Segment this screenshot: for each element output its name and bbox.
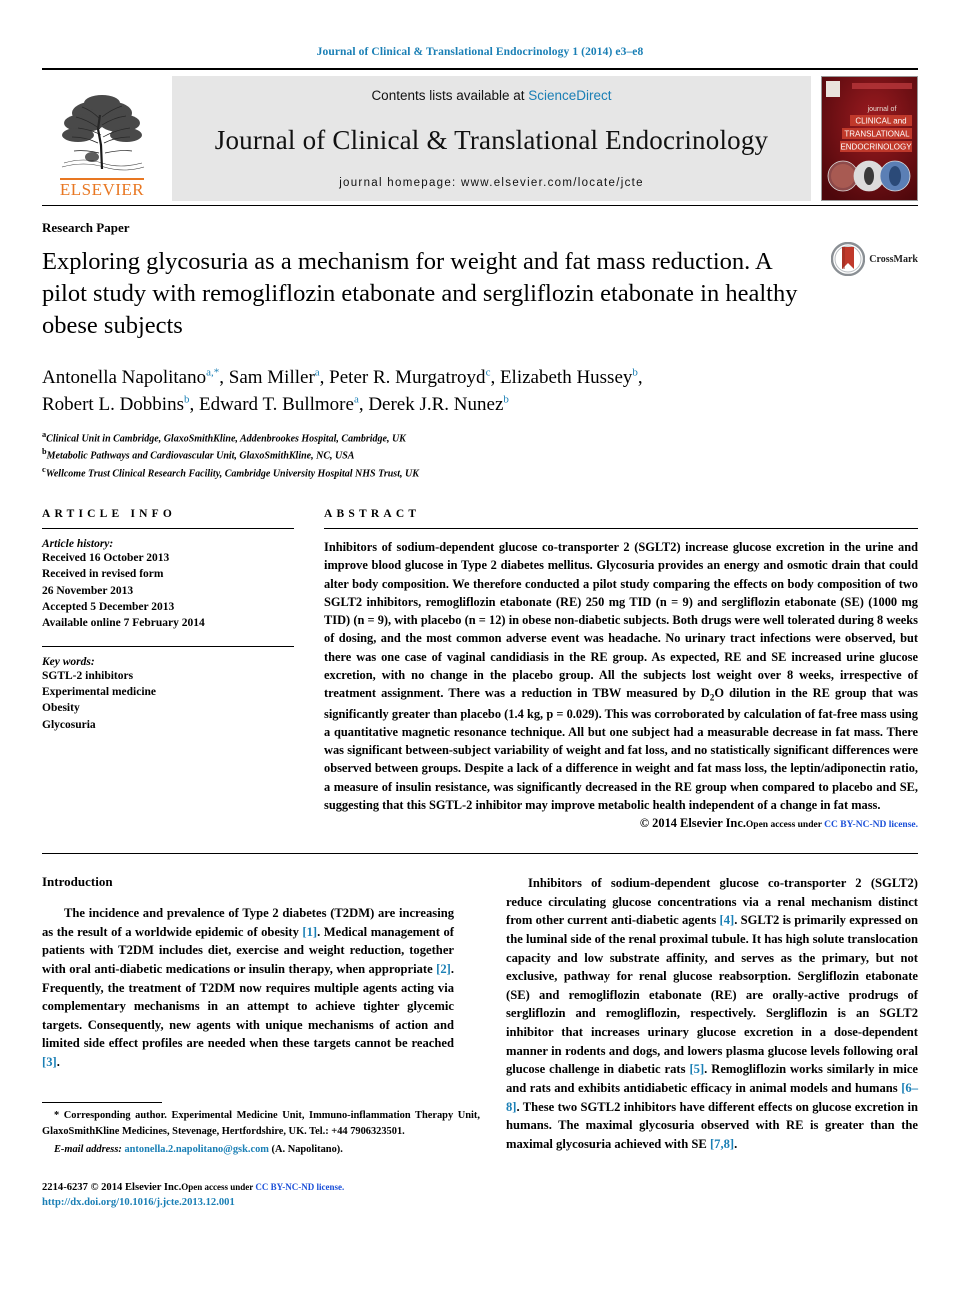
journal-title: Journal of Clinical & Translational Endo… (214, 124, 769, 155)
sciencedirect-link[interactable]: ScienceDirect (528, 88, 611, 103)
affiliations: aClinical Unit in Cambridge, GlaxoSmithK… (42, 429, 918, 482)
article-info-heading: ARTICLE INFO (42, 508, 177, 521)
author-name: Edward T. Bullmore (198, 394, 354, 416)
abstract-heading: ABSTRACT (324, 508, 421, 521)
crossmark-label: CrossMark (869, 253, 918, 265)
body-separator-rule (42, 853, 918, 855)
author-sup: b (183, 393, 190, 406)
svg-text:CLINICAL and: CLINICAL and (855, 117, 906, 126)
keywords-title: Key words: (42, 655, 95, 668)
journal-cover-thumbnail[interactable]: journal of CLINICAL and TRANSLATIONAL EN… (821, 76, 918, 201)
introduction-paragraph: The incidence and prevalence of Type 2 d… (42, 906, 454, 1070)
citation-ref[interactable]: [2] (436, 962, 451, 976)
introduction-paragraph: Inhibitors of sodium-dependent glucose c… (506, 876, 919, 1151)
affiliation-text: Wellcome Trust Clinical Research Facilit… (45, 468, 419, 480)
author-sup: b (632, 366, 638, 379)
abstract-column: ABSTRACT Inhibitors of sodium-dependent … (324, 508, 918, 831)
elsevier-logo: ELSEVIER (42, 76, 162, 201)
title-block: Research Paper Exploring glycosuria as a… (42, 220, 918, 482)
author-sup: b (503, 393, 509, 406)
elsevier-tree-icon (61, 95, 145, 171)
citation-ref[interactable]: [1] (302, 925, 317, 939)
masthead-top-rule (42, 68, 918, 70)
affiliation-item: cWellcome Trust Clinical Research Facili… (42, 464, 918, 482)
email-note: E-mail address: antonella.2.napolitano@g… (42, 1142, 480, 1158)
footer-license-link[interactable]: CC BY-NC-ND license. (255, 1182, 344, 1192)
body-column-right: Inhibitors of sodium-dependent glucose c… (506, 874, 918, 1153)
masthead-center: Contents lists available at ScienceDirec… (172, 76, 811, 201)
footer-copyright: © 2014 Elsevier Inc. (90, 1182, 182, 1193)
author-sup: c (485, 366, 491, 379)
elsevier-wordmark: ELSEVIER (59, 178, 145, 200)
footer-block: 2214-6237 © 2014 Elsevier Inc.Open acces… (42, 1180, 480, 1211)
history-item: Received 16 October 2013 (42, 552, 170, 565)
affiliation-item: bMetabolic Pathways and Cardiovascular U… (42, 446, 918, 464)
article-info-rule (42, 528, 294, 530)
article-info-column: ARTICLE INFO Article history: Received 1… (42, 508, 324, 831)
author-name: Antonella Napolitano (42, 366, 207, 388)
citation-ref[interactable]: [3] (42, 1055, 57, 1069)
keyword-item: Experimental medicine (42, 686, 157, 699)
history-item: Received in revised form (42, 568, 164, 581)
footnote-rule (42, 1102, 162, 1103)
citation-ref[interactable]: [5] (689, 1062, 704, 1076)
footnote-block: * Corresponding author. Experimental Med… (42, 1102, 480, 1158)
email-link[interactable]: antonella.2.napolitano@gsk.com (124, 1144, 268, 1155)
abstract-copyright: © 2014 Elsevier Inc.Open access under CC… (324, 816, 918, 831)
crossmark-badge[interactable]: CrossMark (831, 242, 918, 276)
masthead-bottom-rule (42, 205, 918, 206)
keyword-item: Obesity (42, 702, 80, 715)
article-history-title: Article history: (42, 538, 114, 551)
journal-masthead: ELSEVIER Contents lists available at Sci… (42, 76, 918, 201)
doi-link[interactable]: http://dx.doi.org/10.1016/j.jcte.2013.12… (42, 1195, 480, 1210)
keywords-rule (42, 645, 294, 647)
email-label: E-mail address: (54, 1144, 122, 1156)
crossmark-icon (831, 242, 866, 276)
running-head: Journal of Clinical & Translational Endo… (316, 46, 644, 58)
copyright-access: Open access under (745, 820, 825, 831)
citation-ref[interactable]: [6–8] (506, 1081, 918, 1114)
license-link[interactable]: CC BY-NC-ND license. (824, 820, 918, 830)
email-owner: (A. Napolitano). (271, 1144, 343, 1156)
introduction-heading: Introduction (42, 874, 113, 890)
author-sup: a (314, 366, 320, 379)
author-sup: a,* (206, 366, 220, 379)
article-page: Journal of Clinical & Translational Endo… (0, 0, 960, 1290)
affiliation-text: Clinical Unit in Cambridge, GlaxoSmithKl… (46, 432, 406, 444)
author-name: Peter R. Murgatroyd (329, 366, 486, 388)
journal-homepage[interactable]: journal homepage: www.elsevier.com/locat… (339, 177, 644, 189)
abstract-text: Inhibitors of sodium-dependent glucose c… (324, 540, 919, 812)
page-title: Exploring glycosuria as a mechanism for … (42, 248, 798, 339)
history-item: Accepted 5 December 2013 (42, 601, 175, 614)
citation-ref[interactable]: [4] (720, 913, 735, 927)
keyword-item: Glycosuria (42, 718, 96, 731)
issn-number: 2214-6237 (42, 1182, 88, 1193)
footer-access: Open access under (181, 1182, 256, 1192)
history-item: 26 November 2013 (42, 584, 134, 597)
contents-available-line: Contents lists available at ScienceDirec… (371, 88, 611, 103)
author-name: Robert L. Dobbins (42, 394, 184, 416)
author-list: Antonella Napolitanoa,*, Sam Millera, Pe… (42, 366, 643, 416)
footer-copyright-line: 2214-6237 © 2014 Elsevier Inc.Open acces… (42, 1180, 480, 1195)
contents-prefix: Contents lists available at (371, 88, 529, 103)
journal-cover-image: journal of CLINICAL and TRANSLATIONAL EN… (822, 77, 917, 200)
svg-text:journal of: journal of (867, 106, 897, 113)
affiliation-text: Metabolic Pathways and Cardiovascular Un… (46, 450, 355, 462)
copyright-main: © 2014 Elsevier Inc. (639, 816, 746, 831)
affiliation-item: aClinical Unit in Cambridge, GlaxoSmithK… (42, 429, 918, 447)
citation-ref[interactable]: [7,8] (710, 1137, 734, 1151)
author-name: Elizabeth Hussey (499, 366, 633, 388)
author-name: Sam Miller (228, 366, 315, 388)
keyword-item: SGTL-2 inhibitors (42, 669, 134, 682)
paper-type-label: Research Paper (42, 220, 130, 235)
author-name: Derek J.R. Nunez (368, 394, 504, 416)
abstract-rule (324, 528, 918, 530)
info-abstract-region: ARTICLE INFO Article history: Received 1… (42, 508, 918, 831)
corresponding-author-note: * Corresponding author. Experimental Med… (42, 1110, 480, 1137)
svg-text:ENDOCRINOLOGY: ENDOCRINOLOGY (840, 143, 912, 152)
svg-text:TRANSLATIONAL: TRANSLATIONAL (844, 130, 910, 139)
history-item: Available online 7 February 2014 (42, 617, 205, 630)
author-sup: a (353, 393, 359, 406)
